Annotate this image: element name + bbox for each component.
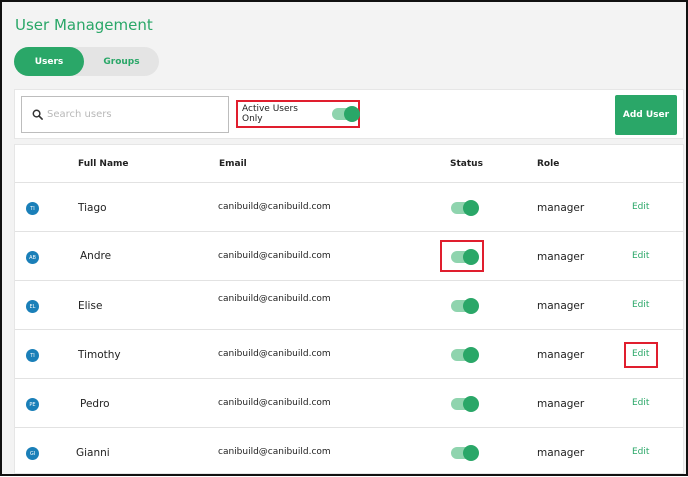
- avatar: PE: [26, 398, 39, 411]
- user-email: canibuild@canibuild.com: [218, 202, 331, 212]
- avatar: GI: [26, 447, 39, 460]
- app-frame: User Management Users Groups Active User…: [0, 0, 688, 476]
- active-users-filter[interactable]: Active Users Only: [236, 100, 360, 128]
- user-full-name: Pedro: [80, 398, 110, 410]
- user-role: manager: [537, 202, 585, 214]
- user-role: manager: [537, 398, 585, 410]
- avatar: EL: [26, 300, 39, 313]
- toggle-knob: [463, 200, 479, 216]
- user-full-name: Timothy: [78, 349, 121, 361]
- user-status-toggle[interactable]: [451, 298, 479, 314]
- user-full-name: Tiago: [78, 202, 107, 214]
- user-email: canibuild@canibuild.com: [218, 447, 331, 457]
- toggle-knob: [463, 445, 479, 461]
- edit-user-link[interactable]: Edit: [632, 202, 649, 212]
- active-users-toggle[interactable]: [332, 106, 360, 122]
- users-table: Full Name Email Status Role TI Tiago canib…: [14, 144, 684, 474]
- add-user-button[interactable]: Add User: [615, 95, 677, 135]
- table-row: EL Elise canibuild@canibuild.com manager Edi…: [15, 281, 683, 330]
- table-row: AB Andre canibuild@canibuild.com manager Edi…: [15, 232, 683, 281]
- toggle-knob: [463, 396, 479, 412]
- user-full-name: Elise: [78, 300, 103, 312]
- header-status: Status: [450, 159, 483, 169]
- table-row: TI Timothy canibuild@canibuild.com manager E…: [15, 330, 683, 379]
- tab-groups[interactable]: Groups: [84, 47, 159, 76]
- user-status-toggle[interactable]: [451, 445, 479, 461]
- header-full-name: Full Name: [78, 159, 129, 169]
- user-status-toggle[interactable]: [451, 396, 479, 412]
- search-icon: [32, 109, 43, 120]
- highlight-edit-link: [624, 342, 658, 368]
- table-header: Full Name Email Status Role: [15, 145, 683, 183]
- user-full-name: Gianni: [76, 447, 110, 459]
- toggle-knob: [463, 298, 479, 314]
- user-role: manager: [537, 349, 585, 361]
- active-users-label: Active Users Only: [242, 104, 298, 124]
- edit-user-link[interactable]: Edit: [632, 447, 649, 457]
- highlight-status-toggle: [440, 240, 484, 272]
- avatar: TI: [26, 202, 39, 215]
- user-role: manager: [537, 251, 585, 263]
- user-email: canibuild@canibuild.com: [218, 349, 331, 359]
- user-email: canibuild@canibuild.com: [218, 398, 331, 408]
- search-input[interactable]: [47, 109, 217, 120]
- table-row: PE Pedro canibuild@canibuild.com manager Edi…: [15, 379, 683, 428]
- user-role: manager: [537, 300, 585, 312]
- search-box[interactable]: [21, 96, 229, 133]
- edit-user-link[interactable]: Edit: [632, 398, 649, 408]
- toolbar: Active Users Only Add User: [14, 89, 684, 139]
- avatar: AB: [26, 251, 39, 264]
- user-full-name: Andre: [80, 250, 112, 262]
- toggle-knob: [463, 347, 479, 363]
- tab-users[interactable]: Users: [14, 47, 84, 76]
- edit-user-link[interactable]: Edit: [632, 300, 649, 310]
- table-row: TI Tiago canibuild@canibuild.com manager Edi…: [15, 183, 683, 232]
- header-role: Role: [537, 159, 560, 169]
- avatar: TI: [26, 349, 39, 362]
- page-title: User Management: [15, 16, 153, 34]
- user-email: canibuild@canibuild.com: [218, 294, 331, 304]
- header-email: Email: [219, 159, 247, 169]
- edit-user-link[interactable]: Edit: [632, 251, 649, 261]
- user-status-toggle[interactable]: [451, 200, 479, 216]
- table-row: GI Gianni canibuild@canibuild.com manager Ed…: [15, 428, 683, 477]
- user-status-toggle[interactable]: [451, 347, 479, 363]
- user-role: manager: [537, 447, 585, 459]
- tab-bar: Users Groups: [14, 47, 159, 76]
- user-email: canibuild@canibuild.com: [218, 251, 331, 261]
